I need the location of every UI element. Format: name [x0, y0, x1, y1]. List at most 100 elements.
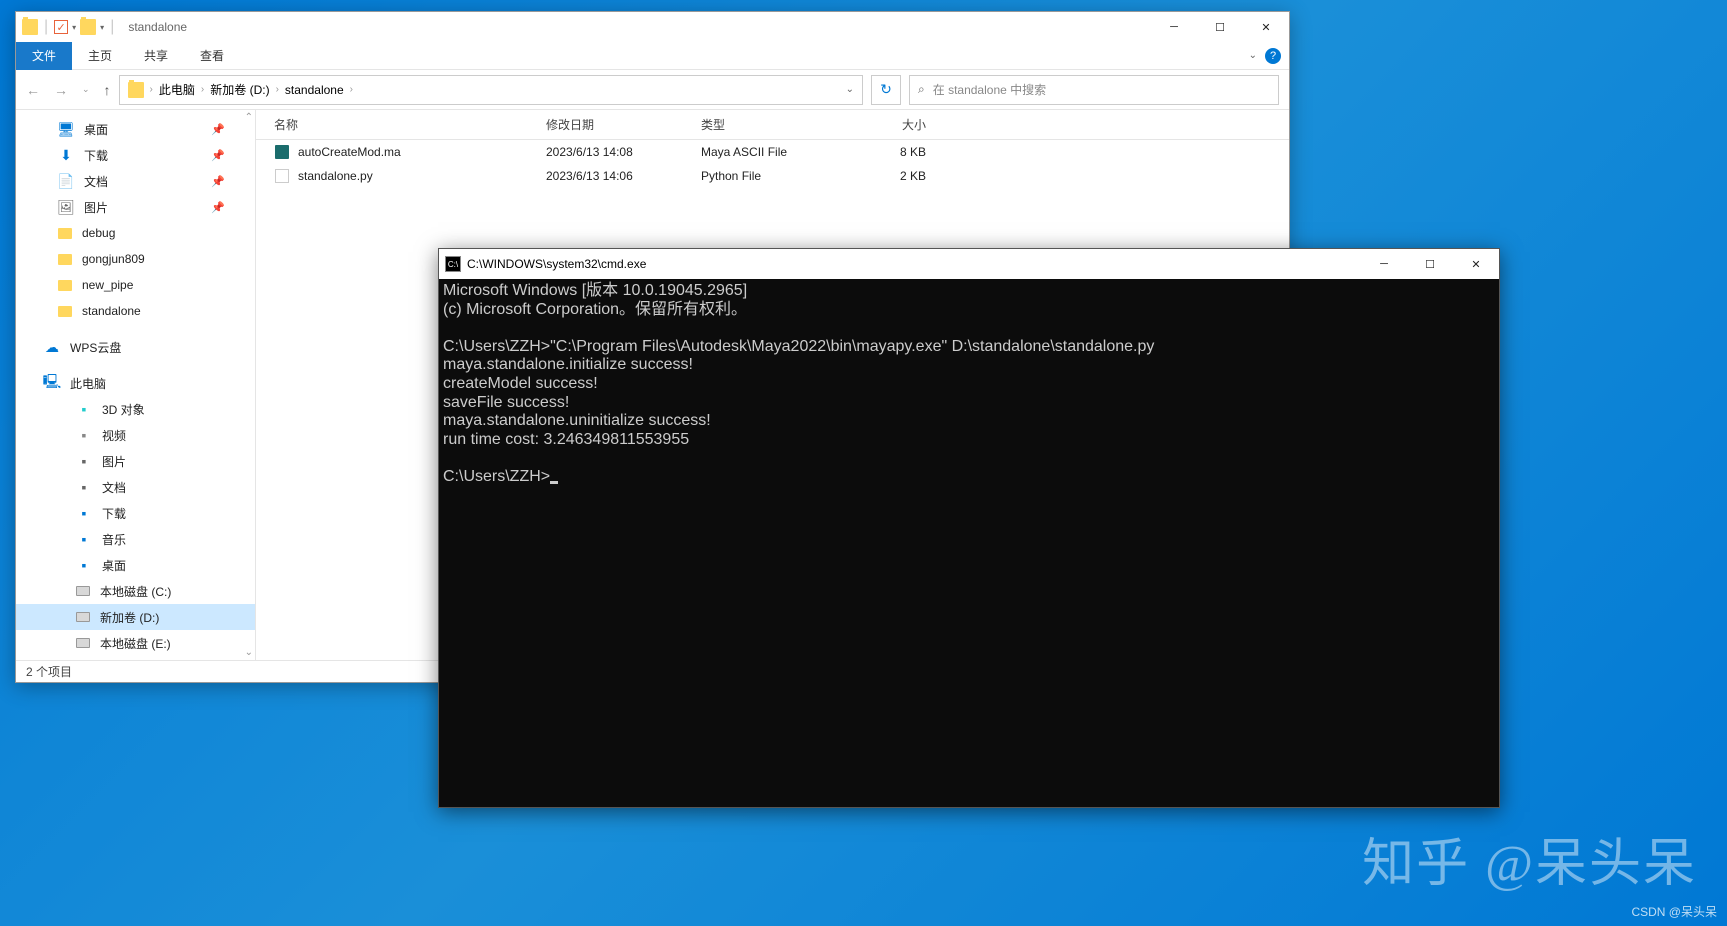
sidebar-item[interactable]: ▪文档 [16, 474, 255, 500]
file-size: 2 KB [846, 169, 926, 183]
dropdown-icon[interactable]: ▾ [100, 23, 104, 32]
sidebar-thispc[interactable]: 🖳 此电脑 [16, 370, 255, 396]
file-icon [275, 145, 289, 159]
sidebar-item-label: 桌面 [102, 557, 126, 574]
item-icon: ▪ [76, 401, 92, 417]
column-type[interactable]: 类型 [701, 116, 846, 133]
pin-icon: 📌 [211, 175, 225, 188]
check-icon[interactable]: ✓ [54, 20, 68, 34]
close-button[interactable]: ✕ [1243, 12, 1289, 42]
folder-icon [58, 254, 72, 265]
breadcrumb-root[interactable]: 此电脑 [159, 81, 195, 98]
sidebar-item[interactable]: debug [16, 220, 255, 246]
cursor-icon [550, 481, 558, 484]
help-icon[interactable]: ? [1265, 48, 1281, 64]
up-button[interactable]: ↑ [104, 82, 111, 98]
pin-icon: 📌 [211, 201, 225, 214]
folder-icon [58, 280, 72, 291]
drive-icon [76, 638, 90, 648]
cmd-titlebar[interactable]: C:\ C:\WINDOWS\system32\cmd.exe ─ ☐ ✕ [439, 249, 1499, 279]
nav-arrows: ← → ⌄ ↑ [26, 82, 111, 98]
forward-button[interactable]: → [54, 82, 68, 98]
sidebar-item[interactable]: ▪下载 [16, 500, 255, 526]
address-dropdown-icon[interactable]: ⌄ [846, 84, 854, 95]
minimize-button[interactable]: ─ [1361, 249, 1407, 279]
sidebar-item[interactable]: gongjun809 [16, 246, 255, 272]
folder-icon [58, 228, 72, 239]
item-icon: ▪ [76, 427, 92, 443]
navigation-pane[interactable]: ⌃ 🖥桌面📌⬇下载📌📄文档📌🖼图片📌debuggongjun809new_pip… [16, 110, 256, 660]
search-input[interactable]: ⌕ 在 standalone 中搜索 [909, 75, 1279, 105]
minimize-button[interactable]: ─ [1151, 12, 1197, 42]
sidebar-item[interactable]: 🖥 桌面 📌 [16, 116, 255, 142]
breadcrumb-folder[interactable]: standalone [285, 83, 344, 97]
recent-dropdown-icon[interactable]: ⌄ [82, 84, 90, 95]
sidebar-item[interactable]: ▪音乐 [16, 526, 255, 552]
breadcrumb-drive[interactable]: 新加卷 (D:) [210, 81, 269, 98]
file-row[interactable]: autoCreateMod.ma2023/6/13 14:08Maya ASCI… [256, 140, 1289, 164]
divider: | [110, 18, 114, 36]
sidebar-item-label: 图片 [102, 453, 126, 470]
sidebar-item[interactable]: ▪桌面 [16, 552, 255, 578]
address-bar[interactable]: › 此电脑 › 新加卷 (D:) › standalone › ⌄ [119, 75, 863, 105]
scroll-down-icon[interactable]: ⌄ [245, 647, 253, 658]
explorer-titlebar[interactable]: | ✓ ▾ ▾ | standalone ─ ☐ ✕ [16, 12, 1289, 42]
terminal-output[interactable]: Microsoft Windows [版本 10.0.19045.2965] (… [439, 279, 1499, 488]
sidebar-item-label: 文档 [102, 479, 126, 496]
file-row[interactable]: standalone.py2023/6/13 14:06Python File2… [256, 164, 1289, 188]
maximize-button[interactable]: ☐ [1407, 249, 1453, 279]
sidebar-item[interactable]: ⬇下载📌 [16, 142, 255, 168]
ribbon-expand-icon[interactable]: ⌄ [1249, 50, 1257, 61]
sidebar-item-label: 新加卷 (D:) [100, 609, 159, 626]
file-date: 2023/6/13 14:08 [546, 145, 701, 159]
search-placeholder: 在 standalone 中搜索 [933, 81, 1046, 98]
sidebar-item-label: standalone [82, 304, 141, 318]
view-tab[interactable]: 查看 [184, 42, 240, 70]
item-icon: 🖥 [58, 121, 74, 137]
divider: | [44, 18, 48, 36]
item-icon: ▪ [76, 505, 92, 521]
chevron-right-icon[interactable]: › [350, 84, 353, 95]
maximize-button[interactable]: ☐ [1197, 12, 1243, 42]
sidebar-item-label: debug [82, 226, 115, 240]
column-name[interactable]: 名称 [256, 116, 546, 133]
file-type: Maya ASCII File [701, 145, 846, 159]
pin-icon: 📌 [211, 149, 225, 162]
sidebar-item[interactable]: 📄文档📌 [16, 168, 255, 194]
sidebar-item[interactable]: standalone [16, 298, 255, 324]
folder-icon [22, 19, 38, 35]
sidebar-item[interactable]: 🖼图片📌 [16, 194, 255, 220]
sidebar-wps[interactable]: ☁ WPS云盘 [16, 334, 255, 360]
item-count: 2 个项目 [26, 663, 72, 680]
pin-icon: 📌 [211, 123, 225, 136]
sidebar-item-label: 图片 [84, 199, 108, 216]
file-icon [275, 169, 289, 183]
sidebar-item[interactable]: ▪图片 [16, 448, 255, 474]
sidebar-item-label: 下载 [84, 147, 108, 164]
item-icon: ▪ [76, 531, 92, 547]
watermark-sub: CSDN @呆头呆 [1631, 903, 1717, 920]
chevron-right-icon[interactable]: › [201, 84, 204, 95]
close-button[interactable]: ✕ [1453, 249, 1499, 279]
refresh-button[interactable]: ↻ [871, 75, 901, 105]
chevron-right-icon[interactable]: › [150, 84, 153, 95]
sidebar-item[interactable]: ▪3D 对象 [16, 396, 255, 422]
sidebar-item[interactable]: 本地磁盘 (C:) [16, 578, 255, 604]
sidebar-item[interactable]: ▪视频 [16, 422, 255, 448]
window-title: standalone [128, 20, 187, 34]
share-tab[interactable]: 共享 [128, 42, 184, 70]
back-button[interactable]: ← [26, 82, 40, 98]
sidebar-item-label: 桌面 [84, 121, 108, 138]
sidebar-item[interactable]: 新加卷 (D:) [16, 604, 255, 630]
sidebar-item-label: 本地磁盘 (C:) [100, 583, 171, 600]
column-size[interactable]: 大小 [846, 116, 926, 133]
home-tab[interactable]: 主页 [72, 42, 128, 70]
cloud-icon: ☁ [44, 339, 60, 355]
sidebar-item[interactable]: 本地磁盘 (E:) [16, 630, 255, 656]
chevron-right-icon[interactable]: › [276, 84, 279, 95]
column-date[interactable]: 修改日期 [546, 116, 701, 133]
sidebar-item[interactable]: new_pipe [16, 272, 255, 298]
file-tab[interactable]: 文件 [16, 42, 72, 70]
dropdown-icon[interactable]: ▾ [72, 23, 76, 32]
cmd-icon: C:\ [445, 256, 461, 272]
